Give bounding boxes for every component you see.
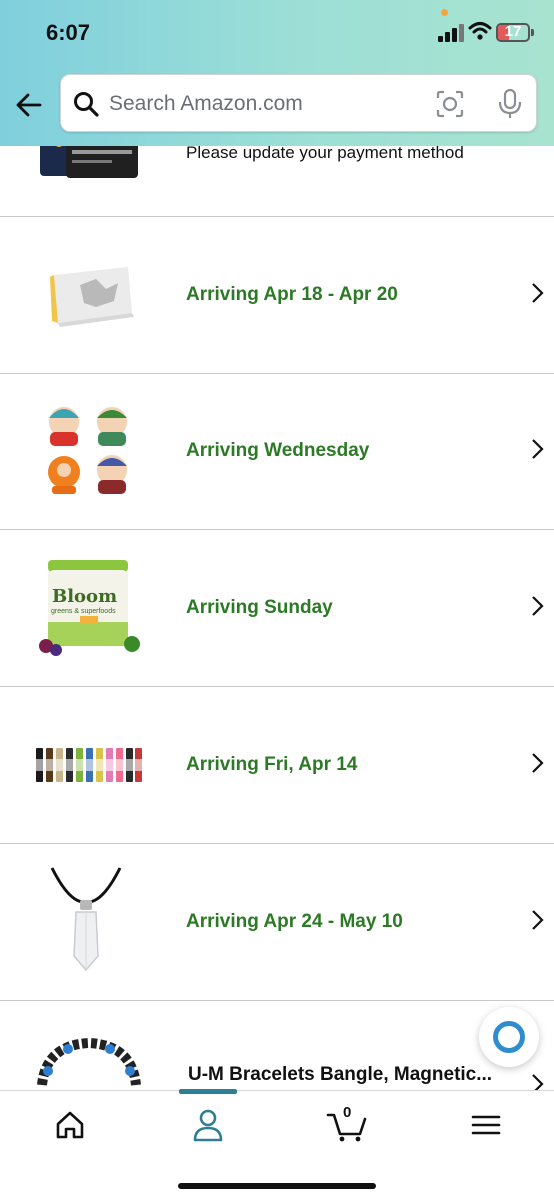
crystal-necklace-image [50, 867, 122, 972]
camera-lens-icon[interactable] [435, 89, 465, 119]
delivery-status: Arriving Apr 24 - May 10 [186, 911, 403, 932]
home-icon[interactable] [50, 1107, 90, 1143]
search-bar[interactable] [60, 74, 537, 132]
delivery-status: Arriving Wednesday [186, 440, 370, 461]
alexa-button[interactable] [479, 1007, 539, 1067]
chevron-right-icon [532, 910, 544, 930]
chevron-right-icon [532, 753, 544, 773]
home-indicator [178, 1183, 376, 1189]
account-icon[interactable] [188, 1107, 228, 1143]
bloom-greens-image: Bloom greens & superfoods [36, 558, 142, 658]
product-title: U-M Bracelets Bangle, Magnetic... [188, 1064, 493, 1085]
alexa-icon [493, 1021, 525, 1053]
chevron-right-icon [532, 439, 544, 459]
bloom-brand: Bloom [52, 586, 118, 607]
order-row[interactable]: Arriving Apr 18 - Apr 20 [0, 217, 554, 374]
order-row[interactable]: Arriving Apr 24 - May 10 [0, 844, 554, 1001]
bracelet-image [37, 1037, 141, 1086]
payment-warning-text: Please update your payment method [186, 143, 464, 162]
order-row[interactable]: Arriving Wednesday [0, 374, 554, 530]
order-row[interactable]: Bloom greens & superfoods Arriving Sunda… [0, 530, 554, 687]
orders-list: Please update your payment method Arrivi… [0, 0, 554, 1090]
wifi-icon [468, 22, 492, 40]
signal-icon [438, 24, 464, 42]
bottom-tab-bar: 0 [0, 1089, 554, 1200]
pokemon-box-image [50, 267, 134, 327]
battery-level: 17 [504, 23, 522, 40]
chevron-right-icon [532, 1074, 544, 1090]
delivery-status: Arriving Fri, Apr 14 [186, 754, 358, 775]
perfume-oils-image [36, 748, 142, 782]
chevron-right-icon [532, 596, 544, 616]
bloom-subtitle: greens & superfoods [51, 608, 116, 615]
delivery-status: Arriving Sunday [186, 597, 333, 618]
order-row[interactable]: Arriving Fri, Apr 14 [0, 687, 554, 844]
delivery-status: Arriving Apr 18 - Apr 20 [186, 284, 398, 305]
search-input[interactable] [109, 85, 409, 123]
chevron-right-icon [532, 283, 544, 303]
cart-count: 0 [343, 1104, 352, 1121]
battery-nub [531, 29, 534, 36]
back-arrow-icon[interactable] [14, 90, 44, 120]
cart-button[interactable]: 0 [326, 1104, 370, 1143]
status-time: 6:07 [46, 20, 91, 45]
privacy-indicator-dot [441, 9, 448, 16]
south-park-figures-image [48, 407, 127, 494]
search-icon [74, 92, 99, 117]
active-tab-indicator [179, 1089, 237, 1094]
microphone-icon[interactable] [497, 88, 523, 120]
menu-icon[interactable] [466, 1107, 506, 1143]
battery-icon: 17 [496, 23, 530, 42]
app-header: 6:07 17 [0, 0, 554, 146]
